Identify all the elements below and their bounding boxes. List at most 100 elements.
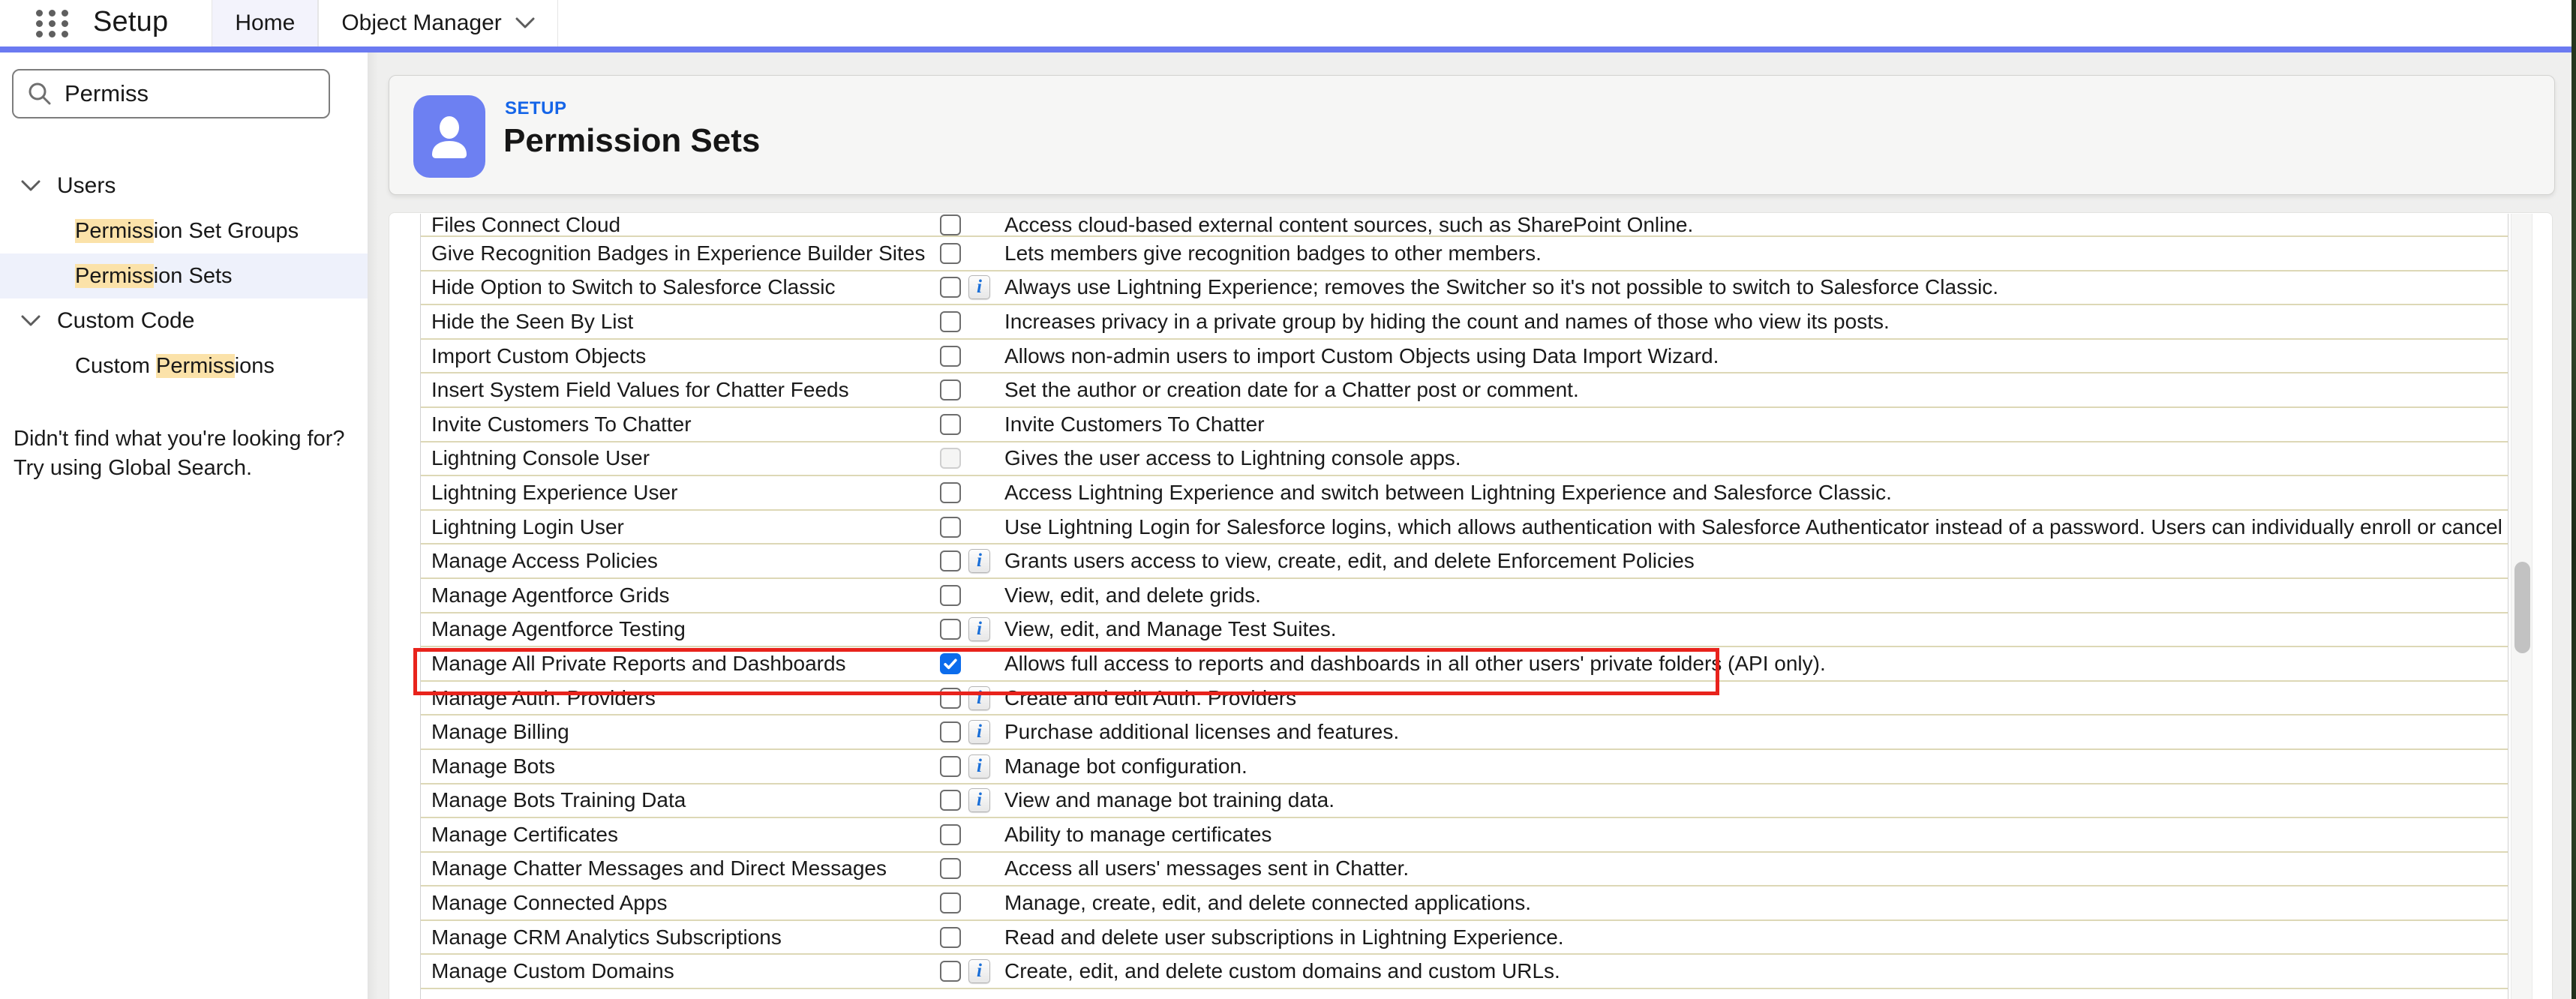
sidebar-item-permission-sets[interactable]: Permission Sets xyxy=(0,254,368,298)
chevron-down-icon xyxy=(21,315,41,327)
permission-checkbox[interactable] xyxy=(940,790,961,811)
table-row: Import Custom ObjectsAllows non-admin us… xyxy=(421,340,2508,374)
permission-description: Always use Lightning Experience; removes… xyxy=(1004,272,1998,304)
sidebar-footer-line2: Try using Global Search. xyxy=(14,454,345,483)
permission-name: Manage Custom Domains xyxy=(431,955,674,988)
desktop-wallpaper-strip xyxy=(2571,0,2576,999)
info-icon[interactable]: i xyxy=(968,959,990,983)
sidebar-item-permission-set-groups[interactable]: Permission Set Groups xyxy=(0,208,368,254)
info-icon[interactable]: i xyxy=(968,686,990,710)
permission-checkbox[interactable] xyxy=(940,961,961,982)
permission-name: Hide Option to Switch to Salesforce Clas… xyxy=(431,272,835,304)
permission-checkbox[interactable] xyxy=(940,585,961,606)
permission-description: Invite Customers To Chatter xyxy=(1004,408,1265,441)
info-icon[interactable]: i xyxy=(968,549,990,573)
permission-name: Lightning Experience User xyxy=(431,476,677,509)
permission-name: Manage Agentforce Testing xyxy=(431,614,686,646)
table-row: Insert System Field Values for Chatter F… xyxy=(421,374,2508,408)
permission-description: Increases privacy in a private group by … xyxy=(1004,305,1890,338)
page-title: Permission Sets xyxy=(503,122,760,160)
permission-name: Manage Billing xyxy=(431,716,569,748)
search-icon xyxy=(27,81,53,106)
sidebar-group-label: Custom Code xyxy=(57,308,194,334)
table-row: Manage Agentforce Testing i View, edit, an… xyxy=(421,614,2508,648)
permission-name: Invite Customers To Chatter xyxy=(431,408,692,441)
app-launcher-icon[interactable] xyxy=(36,10,71,37)
table-row: Manage Custom DomainsiCreate, edit, and … xyxy=(421,955,2508,989)
permission-checkbox xyxy=(940,448,961,469)
permission-name: Hide the Seen By List xyxy=(431,305,633,338)
table-row: Hide the Seen By List Increases privacy i… xyxy=(421,305,2508,340)
sidebar-item-label: Custom Permissions xyxy=(75,354,275,379)
info-icon[interactable]: i xyxy=(968,275,990,299)
permission-checkbox[interactable] xyxy=(940,214,961,236)
sidebar-footer-line1: Didn't find what you're looking for? xyxy=(14,424,345,454)
chevron-down-icon xyxy=(21,180,41,192)
permission-description: Allows non-admin users to import Custom … xyxy=(1004,340,1719,373)
permissions-table: Files Connect Cloud Access cloud-based ex… xyxy=(420,214,2508,999)
table-row: Hide Option to Switch to Salesforce Clas… xyxy=(421,272,2508,306)
permission-checkbox[interactable] xyxy=(940,311,961,332)
tab-object-manager[interactable]: Object Manager xyxy=(318,0,557,46)
permission-name: Give Recognition Badges in Experience Bu… xyxy=(431,237,925,270)
info-icon[interactable]: i xyxy=(968,720,990,744)
permission-checkbox[interactable] xyxy=(940,243,961,264)
permission-name: Manage Bots Training Data xyxy=(431,784,686,818)
permission-checkbox[interactable] xyxy=(940,517,961,538)
permission-name: Manage Access Policies xyxy=(431,544,658,578)
tab-home[interactable]: Home xyxy=(212,0,318,46)
table-row: Manage CRM Analytics SubscriptionsRead a… xyxy=(421,921,2508,956)
permission-checkbox[interactable] xyxy=(940,756,961,777)
permission-description: Access cloud-based external content sour… xyxy=(1004,214,1693,236)
permission-checkbox[interactable] xyxy=(940,550,961,572)
permission-checkbox[interactable] xyxy=(940,482,961,503)
sidebar-item-label: Permission Sets xyxy=(75,264,233,289)
permission-checkbox[interactable] xyxy=(940,619,961,640)
permission-sets-icon xyxy=(413,95,485,178)
sidebar-item-custom-permissions[interactable]: Custom Permissions xyxy=(0,344,368,388)
permission-name: Insert System Field Values for Chatter F… xyxy=(431,374,849,406)
sidebar-group-label: Users xyxy=(57,173,116,199)
brand-accent-bar xyxy=(0,46,2576,52)
permission-name: Manage Bots xyxy=(431,750,555,783)
permission-checkbox[interactable] xyxy=(940,653,961,674)
checkmark-icon xyxy=(942,656,959,672)
permission-checkbox[interactable] xyxy=(940,414,961,435)
permission-name: Manage Certificates xyxy=(431,818,618,851)
quick-find-input[interactable] xyxy=(65,80,312,107)
app-title: Setup xyxy=(93,6,168,46)
sidebar-item-users[interactable]: Users xyxy=(0,164,368,208)
table-row: Lightning Login UserUse Lightning Login … xyxy=(421,511,2508,545)
setup-top-bar: Setup Home Object Manager xyxy=(0,0,2576,46)
quick-find-box xyxy=(12,69,330,118)
permission-checkbox[interactable] xyxy=(940,346,961,367)
permission-description: Allows full access to reports and dashbo… xyxy=(1004,647,1826,680)
permission-description: Read and delete user subscriptions in Li… xyxy=(1004,921,1564,954)
setup-sidebar: Users Permission Set Groups Permission Set… xyxy=(0,52,368,999)
permission-name: Manage Agentforce Grids xyxy=(431,579,670,612)
permission-checkbox[interactable] xyxy=(940,824,961,845)
permission-checkbox[interactable] xyxy=(940,277,961,298)
permission-name: Files Connect Cloud xyxy=(431,214,620,236)
info-icon[interactable]: i xyxy=(968,754,990,778)
permission-checkbox[interactable] xyxy=(940,892,961,914)
setup-eyebrow-label: SETUP xyxy=(505,98,567,119)
permission-checkbox[interactable] xyxy=(940,858,961,879)
permission-description: View, edit, and Manage Test Suites. xyxy=(1004,614,1337,646)
sidebar-tree: Users Permission Set Groups Permission Set… xyxy=(0,164,368,388)
sidebar-item-custom-code[interactable]: Custom Code xyxy=(0,298,368,344)
table-row: Manage Chatter Messages and Direct Messa… xyxy=(421,853,2508,887)
permission-checkbox[interactable] xyxy=(940,380,961,400)
permission-description: Manage, create, edit, and delete connect… xyxy=(1004,886,1531,920)
table-scrollbar[interactable] xyxy=(2511,214,2532,999)
table-scrollbar-thumb[interactable] xyxy=(2514,562,2530,653)
permission-checkbox[interactable] xyxy=(940,688,961,709)
permission-description: Lets members give recognition badges to … xyxy=(1004,237,1542,270)
permission-checkbox[interactable] xyxy=(940,927,961,948)
page-header-card: SETUP Permission Sets xyxy=(389,75,2555,195)
permission-checkbox[interactable] xyxy=(940,722,961,742)
table-row: Manage CertificatesAbility to manage cer… xyxy=(421,818,2508,853)
info-icon[interactable]: i xyxy=(968,788,990,812)
info-icon[interactable]: i xyxy=(968,617,990,641)
permission-description: View and manage bot training data. xyxy=(1004,784,1335,818)
